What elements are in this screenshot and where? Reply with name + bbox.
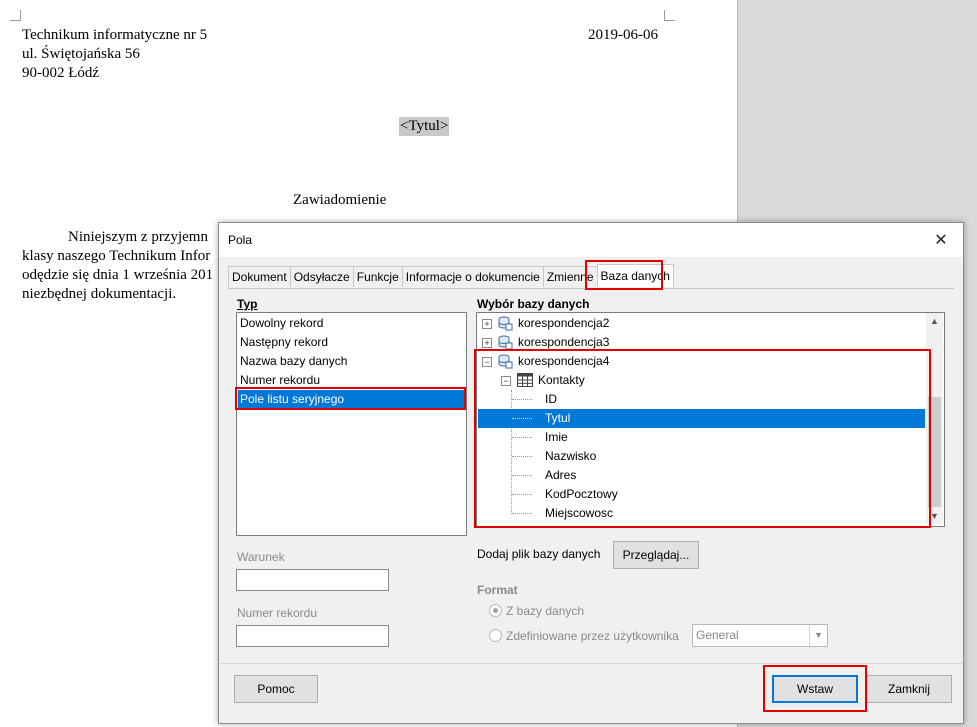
database-section-label: Wybór bazy danych (477, 297, 590, 311)
address-block: Technikum informatyczne nr 5 ul. Świętoj… (22, 26, 207, 83)
database-icon (498, 316, 513, 331)
condition-label: Warunek (237, 550, 285, 564)
dialog-titlebar: Pola ✕ (219, 223, 963, 257)
body-line: Niniejszym z przyjemn (68, 229, 208, 245)
collapse-icon[interactable]: − (501, 376, 511, 386)
database-tree[interactable]: + korespondencja2 + korespondencja3 − ko… (476, 312, 945, 527)
tab-zmienne[interactable]: Zmienne (542, 266, 598, 287)
tree-field-imie[interactable]: Imie (478, 428, 925, 447)
scroll-thumb[interactable] (928, 397, 941, 507)
footer-separator (219, 663, 963, 664)
tree-field-tytul[interactable]: Tytul (478, 409, 925, 428)
page-corner-mark (10, 10, 21, 21)
type-listbox[interactable]: Dowolny rekord Następny rekord Nazwa baz… (236, 312, 467, 536)
body-line: odędzie się dnia 1 września 201 (22, 267, 214, 283)
tree-field-miejscowosc[interactable]: Miejscowosc (478, 504, 925, 523)
tab-funkcje[interactable]: Funkcje (352, 266, 403, 287)
tree-field-id[interactable]: ID (478, 390, 925, 409)
list-item-nazwa-bazy-danych[interactable]: Nazwa bazy danych (238, 352, 464, 371)
chevron-down-icon[interactable]: ▼ (809, 625, 827, 646)
database-icon (498, 354, 513, 369)
close-icon[interactable]: ✕ (919, 223, 963, 257)
tree-item-korespondencja2[interactable]: + korespondencja2 (481, 314, 925, 333)
tab-bar: Dokument Odsyłacze Funkcje Informacje o … (228, 264, 674, 288)
address-line-street: ul. Świętojańska 56 (22, 46, 140, 62)
fields-dialog: Pola ✕ Dokument Odsyłacze Funkcje Inform… (218, 222, 964, 724)
insert-button[interactable]: Wstaw (772, 675, 858, 703)
tab-baza-danych[interactable]: Baza danych (596, 264, 674, 287)
tree-item-korespondencja3[interactable]: + korespondencja3 (481, 333, 925, 352)
document-date: 2019-06-06 (588, 27, 658, 43)
close-button[interactable]: Zamknij (866, 675, 952, 703)
add-database-label: Dodaj plik bazy danych (477, 547, 601, 561)
format-select-value: General (696, 628, 739, 642)
address-line-school: Technikum informatyczne nr 5 (22, 27, 208, 43)
scroll-down-icon[interactable]: ▼ (926, 508, 943, 524)
radio-user-defined-label: Zdefiniowane przez użytkownika (506, 629, 679, 643)
tab-dokument[interactable]: Dokument (228, 266, 291, 287)
tab-informacje-o-dokumencie[interactable]: Informacje o dokumencie (401, 266, 544, 287)
body-line: klasy naszego Technikum Infor (22, 248, 211, 264)
list-item-numer-rekordu[interactable]: Numer rekordu (238, 371, 464, 390)
collapse-icon[interactable]: − (482, 357, 492, 367)
tree-scrollbar[interactable]: ▲ ▼ (926, 313, 943, 524)
document-heading: Zawiadomienie (293, 192, 387, 208)
condition-input[interactable] (236, 569, 389, 591)
scroll-up-icon[interactable]: ▲ (926, 313, 943, 329)
document-body: Niniejszym z przyjemn klasy naszego Tech… (22, 228, 222, 304)
tree-item-kontakty[interactable]: − Kontakty (481, 371, 925, 390)
radio-from-database-label: Z bazy danych (506, 604, 585, 618)
record-number-input[interactable] (236, 625, 389, 647)
tree-label: Kontakty (538, 373, 585, 387)
radio-user-defined[interactable] (489, 629, 502, 642)
tree-label: korespondencja4 (518, 354, 610, 368)
list-item-nastepny-rekord[interactable]: Następny rekord (238, 333, 464, 352)
tree-field-nazwisko[interactable]: Nazwisko (478, 447, 925, 466)
field-placeholder-tytul[interactable]: <Tytul> (399, 117, 450, 136)
tree-item-korespondencja4[interactable]: − korespondencja4 (481, 352, 925, 371)
database-icon (498, 335, 513, 350)
tree-field-kodpocztowy[interactable]: KodPocztowy (478, 485, 925, 504)
address-line-city: 90-002 Łódź (22, 65, 100, 81)
tree-label: korespondencja2 (518, 316, 610, 330)
radio-from-database[interactable] (489, 604, 502, 617)
tree-label: korespondencja3 (518, 335, 610, 349)
expand-icon[interactable]: + (482, 319, 492, 329)
tree-field-adres[interactable]: Adres (478, 466, 925, 485)
format-label: Format (477, 583, 518, 597)
type-section-label: Typ (237, 297, 258, 311)
format-select[interactable]: General ▼ (692, 624, 828, 647)
record-number-label: Numer rekordu (237, 606, 318, 620)
dialog-title: Pola (228, 233, 253, 247)
body-line: niezbędnej dokumentacji. (22, 286, 177, 302)
help-button[interactable]: Pomoc (234, 675, 318, 703)
list-item-pole-listu-seryjnego[interactable]: Pole listu seryjnego (238, 390, 464, 409)
table-icon (517, 373, 533, 387)
expand-icon[interactable]: + (482, 338, 492, 348)
page-corner-mark (664, 10, 675, 21)
tab-odsylacze[interactable]: Odsyłacze (289, 266, 354, 287)
browse-button[interactable]: Przeglądaj... (613, 541, 699, 569)
list-item-dowolny-rekord[interactable]: Dowolny rekord (238, 314, 464, 333)
